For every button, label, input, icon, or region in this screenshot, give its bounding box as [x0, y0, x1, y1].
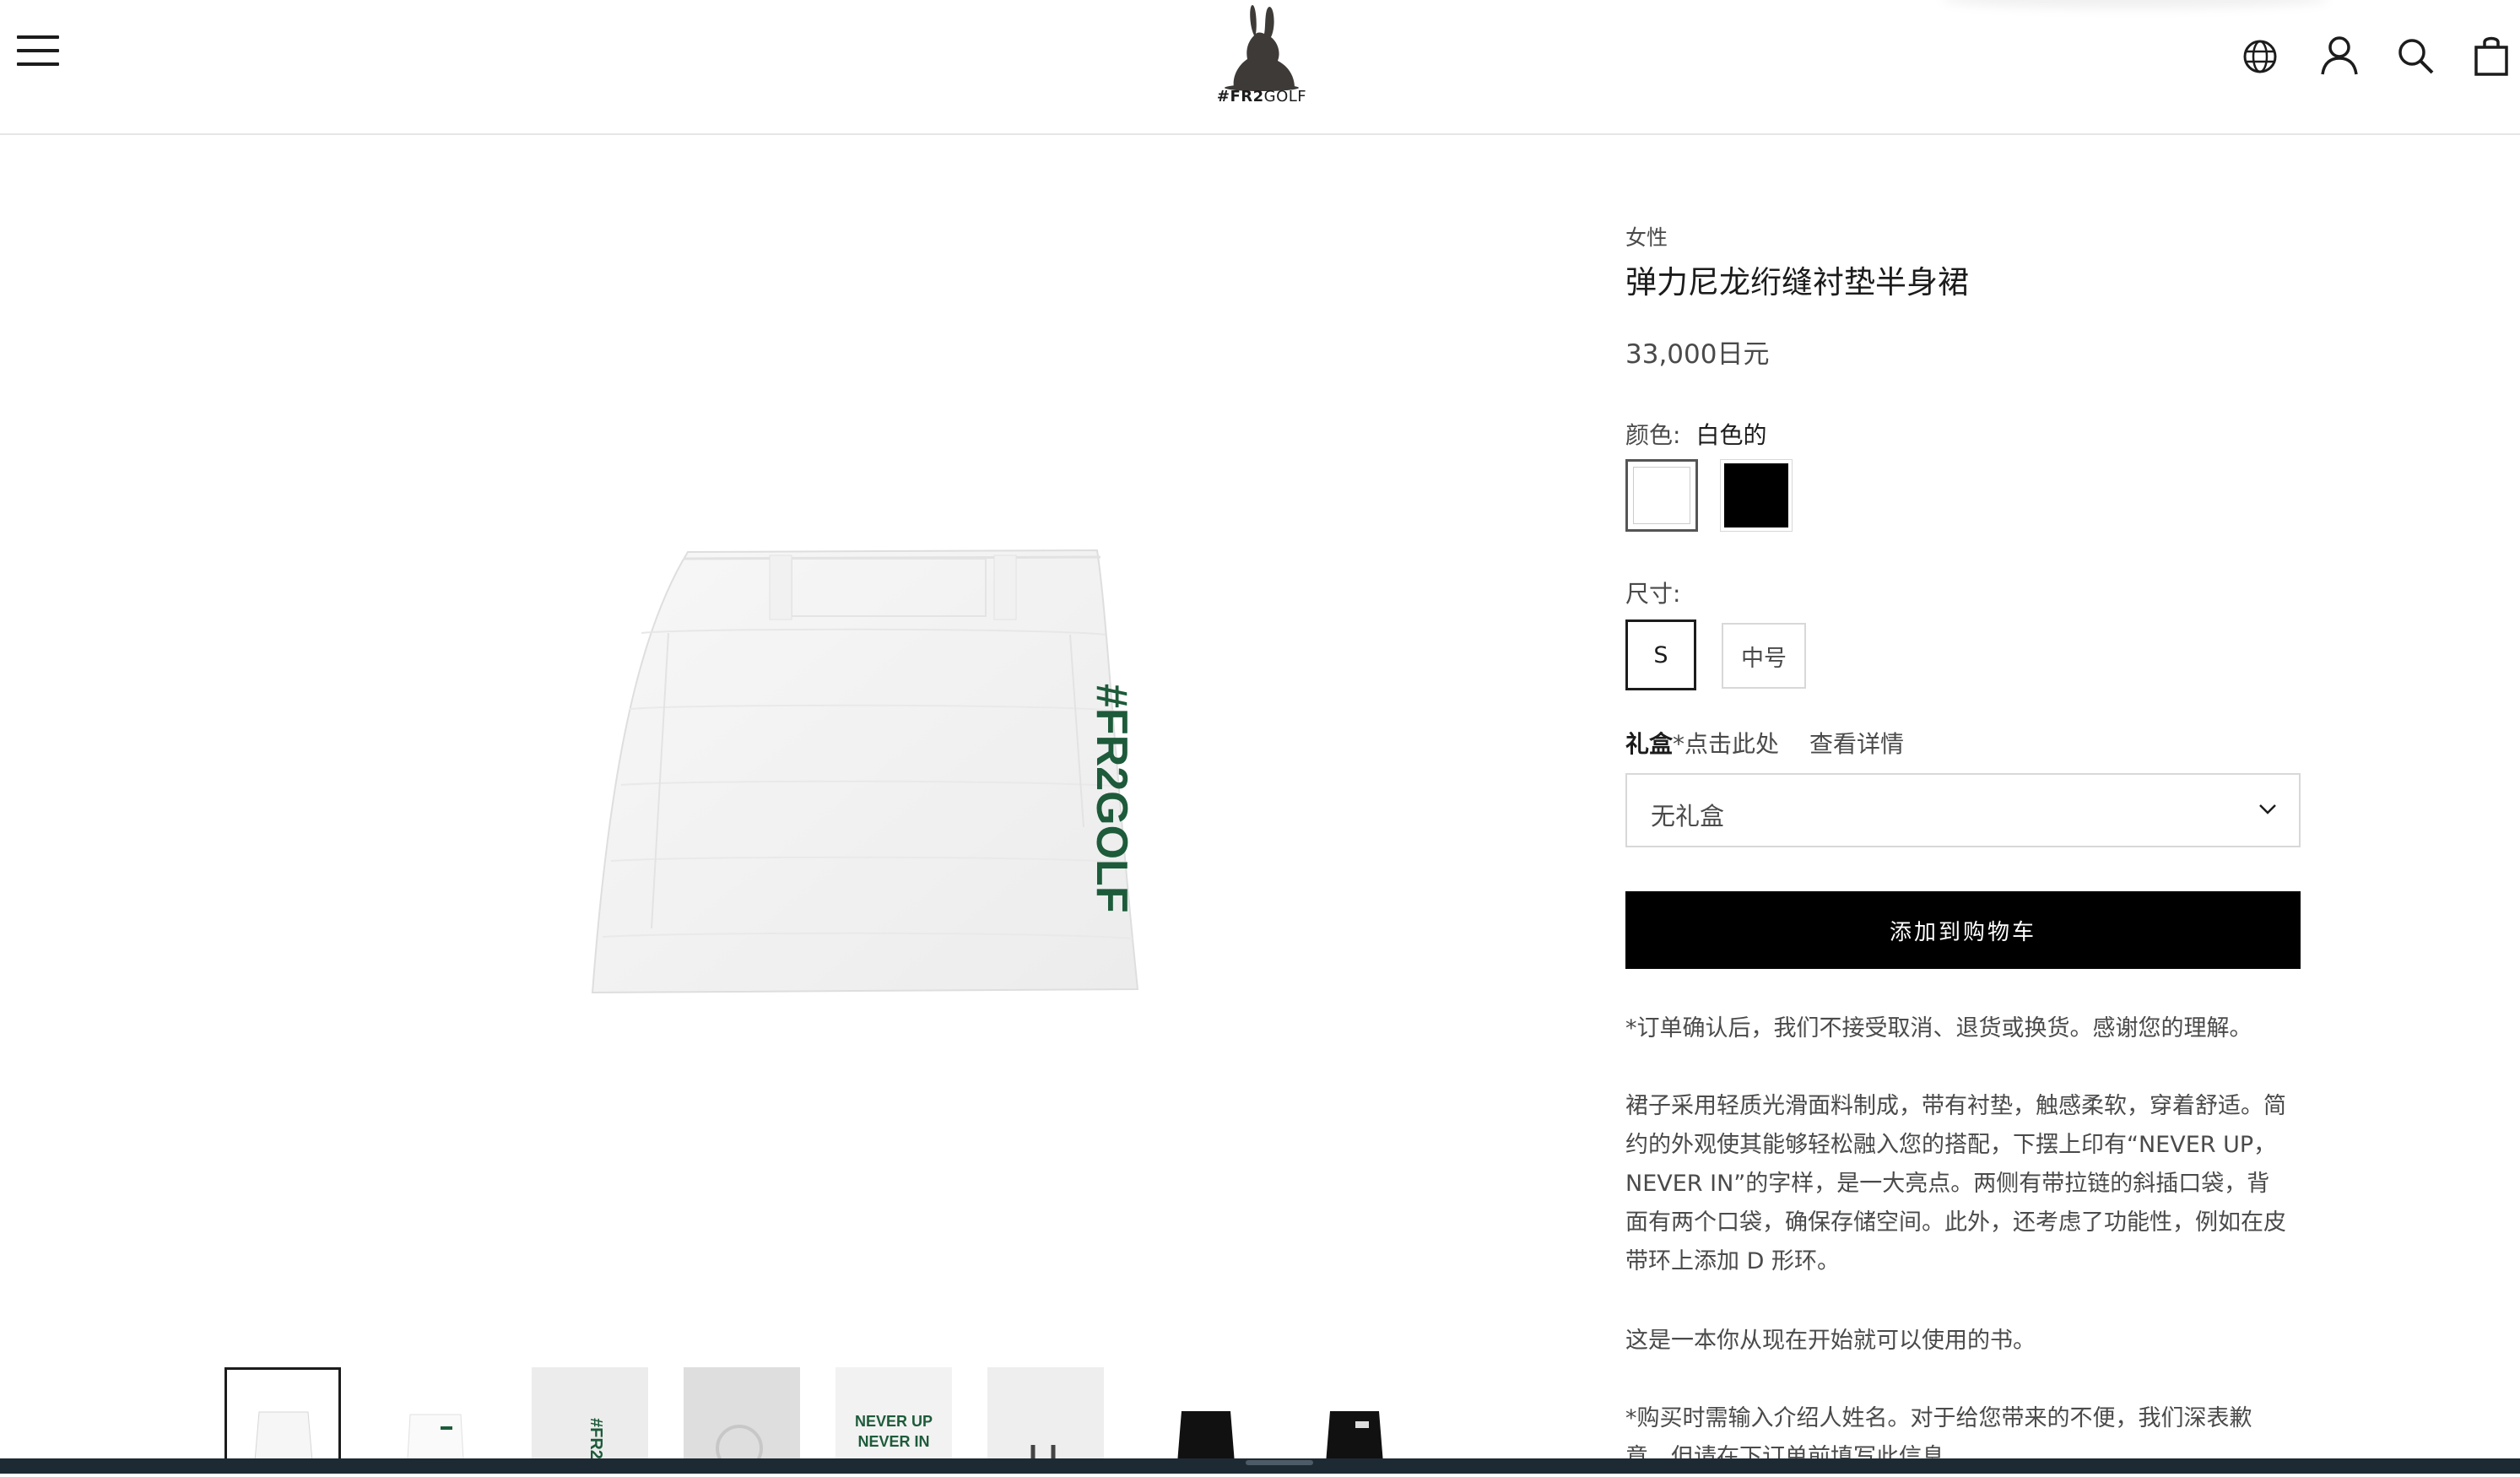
gift-box-select[interactable]: 无礼盒	[1625, 773, 2301, 847]
color-label: 颜色: 白色的	[1625, 417, 1766, 451]
menu-button[interactable]	[17, 34, 61, 68]
cart-icon[interactable]	[2469, 34, 2513, 78]
bottom-bar	[0, 1458, 2520, 1474]
product-main-image[interactable]: #FR2GOLF	[574, 540, 1215, 1013]
product-description: 裙子采用轻质光滑面料制成，带有衬垫，触感柔软，穿着舒适。简约的外观使其能够轻松融…	[1625, 1093, 2286, 1274]
size-option-s[interactable]: S	[1625, 619, 1696, 690]
product-category[interactable]: 女性	[1625, 221, 1668, 252]
scroll-handle[interactable]	[1246, 1460, 1313, 1465]
book-line: 这是一本你从现在开始就可以使用的书。	[1625, 1328, 2036, 1354]
color-swatch-black[interactable]	[1720, 459, 1793, 532]
menu-icon	[17, 35, 59, 39]
thumb-skirt-front	[253, 1411, 314, 1471]
color-label-text: 颜色:	[1625, 421, 1681, 449]
swatch-fill	[1633, 467, 1690, 524]
header-overlay-shadow	[1941, 0, 2329, 8]
main-image-print: #FR2GOLF	[1087, 684, 1136, 913]
size-option-m[interactable]: 中号	[1722, 623, 1806, 689]
color-swatch-white[interactable]	[1625, 459, 1698, 532]
brand-strong: #FR2	[1216, 88, 1264, 106]
search-icon[interactable]	[2393, 34, 2437, 78]
add-to-cart-button[interactable]: 添加到购物车	[1625, 891, 2301, 969]
site-header: #FR2GOLF	[0, 0, 2520, 135]
chevron-down-icon	[2259, 804, 2276, 814]
brand-light: GOLF	[1263, 88, 1307, 106]
svg-text:#FR2: #FR2	[587, 1418, 605, 1459]
color-value: 白色的	[1695, 421, 1767, 449]
menu-icon-bar	[17, 49, 59, 52]
gift-box-label: 礼盒	[1625, 730, 1674, 758]
gift-details-link[interactable]: 查看详情	[1809, 730, 1904, 758]
swatch-fill	[1724, 463, 1788, 528]
product-title: 弹力尼龙绗缝衬垫半身裙	[1625, 264, 1969, 300]
size-label: 尺寸:	[1625, 580, 1681, 608]
menu-icon-bar	[17, 62, 59, 66]
gift-box-hint[interactable]: *点击此处	[1673, 730, 1779, 758]
globe-icon[interactable]	[2238, 34, 2282, 78]
thumb-print-line2: NEVER IN	[857, 1433, 930, 1450]
product-price: 33,000日元	[1625, 339, 1770, 370]
brand-wordmark: #FR2GOLF	[1186, 88, 1338, 106]
gift-box-line: 礼盒*点击此处 查看详情	[1625, 726, 1904, 760]
account-icon[interactable]	[2317, 34, 2361, 78]
order-notice: *订单确认后，我们不接受取消、退货或换货。感谢您的理解。	[1625, 1015, 2252, 1041]
thumb-print-line1: NEVER UP	[854, 1413, 933, 1430]
gift-box-selected: 无礼盒	[1651, 802, 1725, 830]
